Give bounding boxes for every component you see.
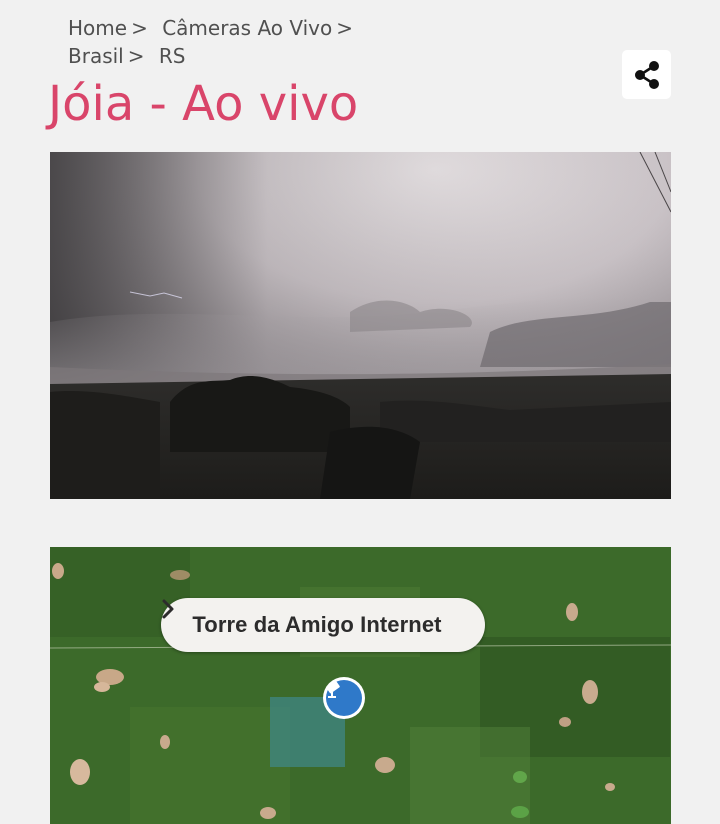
camera-location-marker[interactable] xyxy=(323,677,365,719)
breadcrumb-separator: > xyxy=(131,16,148,40)
breadcrumb-item-cameras: Câmeras Ao Vivo > xyxy=(162,14,361,42)
page-title: Jóia - Ao vivo xyxy=(48,76,359,132)
share-button[interactable] xyxy=(622,50,671,99)
map-location-popup[interactable]: Torre da Amigo Internet xyxy=(161,598,485,652)
breadcrumb-separator: > xyxy=(127,44,145,68)
map-view[interactable]: Torre da Amigo Internet xyxy=(50,547,671,824)
breadcrumb-link-rs[interactable]: RS xyxy=(159,44,186,68)
live-camera-view[interactable] xyxy=(50,152,671,499)
share-icon xyxy=(633,60,661,90)
breadcrumb-link-brasil[interactable]: Brasil xyxy=(68,44,124,68)
breadcrumb: Home > Câmeras Ao Vivo > Brasil > RS xyxy=(68,14,508,70)
breadcrumb-link-home[interactable]: Home xyxy=(68,16,127,40)
camera-marker-icon xyxy=(326,680,362,716)
camera-feed-image xyxy=(50,152,671,499)
breadcrumb-separator: > xyxy=(336,16,354,40)
map-popup-label: Torre da Amigo Internet xyxy=(192,612,442,637)
breadcrumb-item-brasil: Brasil > xyxy=(68,42,153,70)
breadcrumb-item-rs: RS xyxy=(159,42,186,70)
breadcrumb-link-cameras[interactable]: Câmeras Ao Vivo xyxy=(162,16,332,40)
breadcrumb-item-home: Home > xyxy=(68,14,156,42)
